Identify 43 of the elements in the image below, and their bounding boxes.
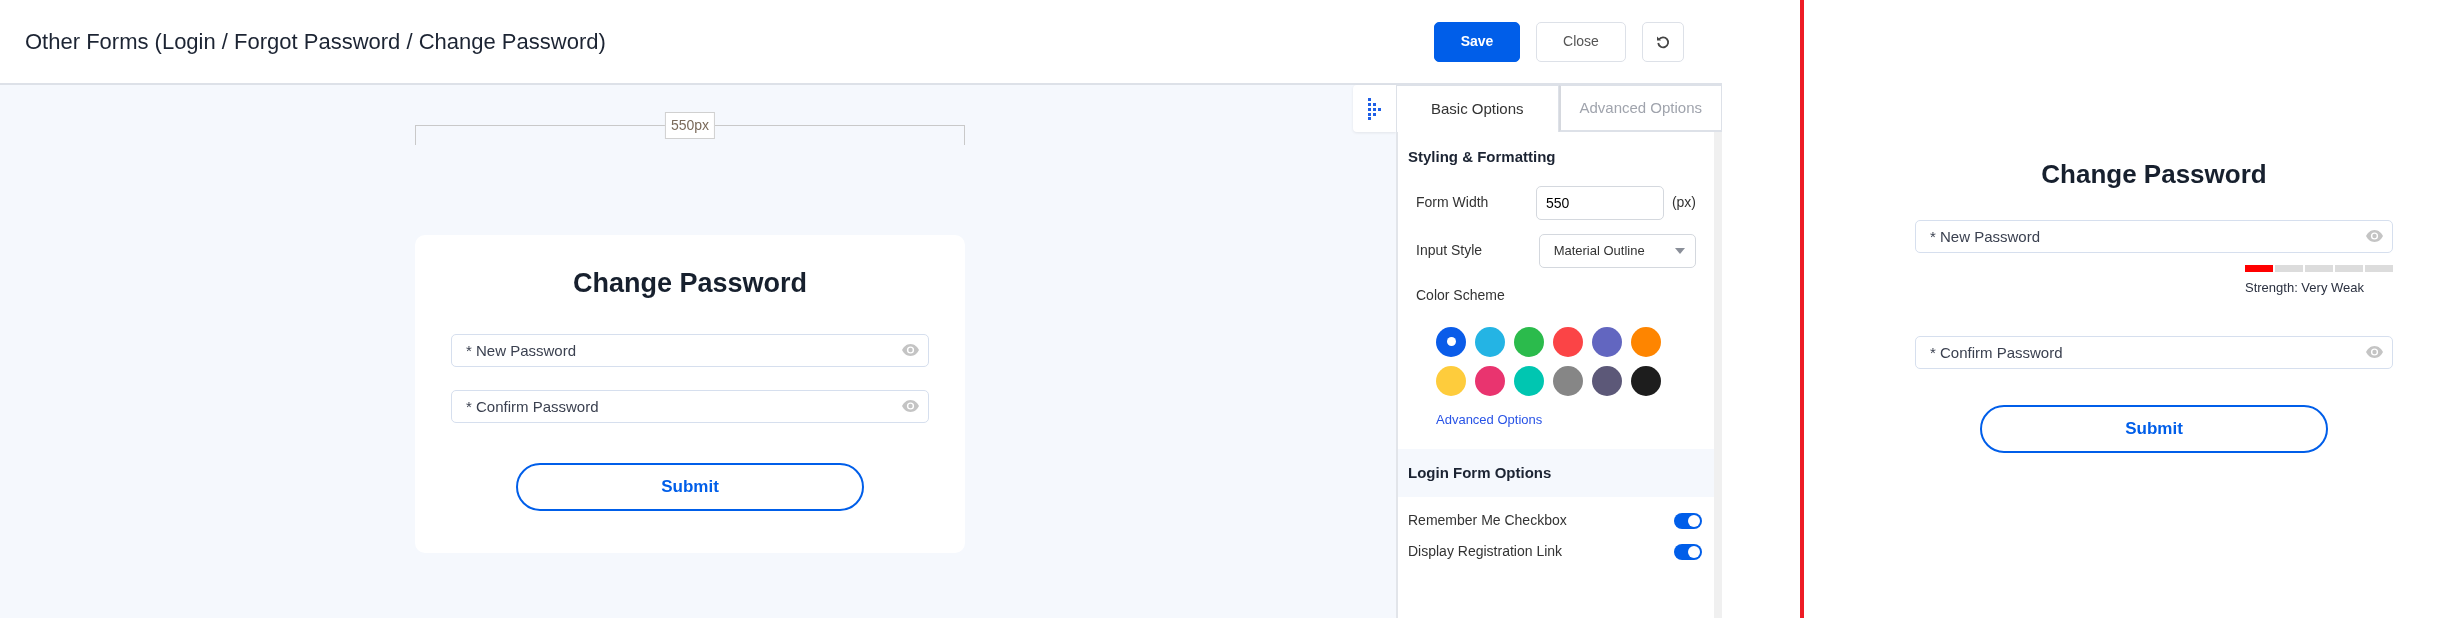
section-title: Login Form Options [1398,448,1714,497]
strength-label: Strength: Very Weak [2245,279,2365,297]
password-field[interactable]: * New Password [451,333,929,367]
input-style-dropdown[interactable]: Material Outline [1538,233,1696,268]
color-swatch[interactable] [1514,326,1544,357]
color-swatch[interactable] [1631,326,1661,357]
field-label: Form Width [1416,193,1490,212]
password-field[interactable]: * Confirm Password [451,389,929,423]
save-button[interactable]: Save [1434,21,1520,62]
password-field[interactable]: * New Password [1915,220,2393,253]
close-button[interactable]: Close [1536,21,1626,62]
reset-icon [1656,34,1670,49]
form-width-input[interactable]: 550 [1535,185,1664,220]
section-title: Styling & Formatting [1407,147,1557,167]
submit-button[interactable]: Submit [516,462,864,511]
color-swatch[interactable] [1436,326,1466,357]
password-field[interactable]: * Confirm Password [1915,335,2393,369]
drag-handle-icon[interactable] [1353,85,1396,132]
advanced-options-link[interactable]: Advanced Options [1436,409,1543,429]
color-swatch[interactable] [1592,365,1622,396]
form-title: Change Password [571,267,809,300]
color-swatch[interactable] [1631,365,1661,396]
toggle-switch[interactable] [1674,512,1702,529]
options-tab[interactable]: Basic Options [1396,85,1559,132]
toggle-label: Remember Me Checkbox [1408,511,1567,530]
form-title: Change Password [2040,158,2268,191]
color-swatch[interactable] [1592,326,1622,357]
caret-icon [1675,247,1685,254]
toggle-label: Display Registration Link [1408,542,1563,561]
color-swatch[interactable] [1553,365,1583,396]
unit-label: (px) [1671,193,1696,212]
color-swatch[interactable] [1553,326,1583,357]
color-swatch[interactable] [1475,326,1505,357]
color-swatch[interactable] [1436,365,1466,396]
toggle-switch[interactable] [1674,543,1702,560]
field-label: Input Style [1416,241,1484,260]
field-label: Color Scheme [1416,285,1505,305]
color-swatch[interactable] [1514,365,1544,396]
page-title: Other Forms (Login / Forgot Password / Change Password) [25,28,607,56]
submit-button[interactable]: Submit [1980,404,2328,453]
width-label: 550px [664,112,716,139]
reset-button[interactable] [1642,21,1684,62]
color-swatch[interactable] [1475,365,1505,396]
